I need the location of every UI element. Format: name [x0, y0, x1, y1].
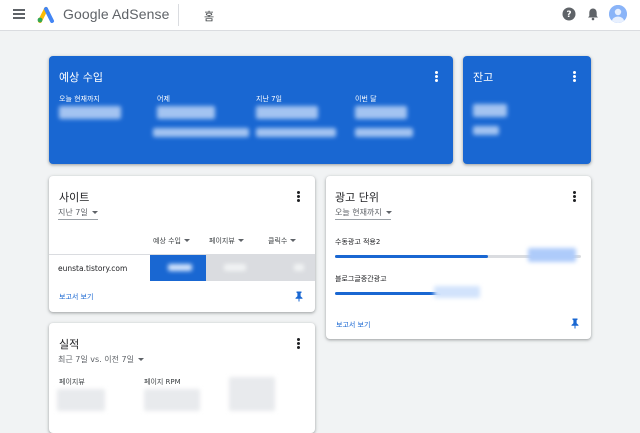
ad-units-card-title: 광고 단위: [335, 191, 379, 204]
earnings-label-today: 오늘 현재까지: [59, 95, 100, 103]
notifications-bell-icon[interactable]: [586, 7, 600, 21]
sites-col-clicks-label: 클릭수: [268, 237, 288, 245]
ad-units-card: 광고 단위 오늘 현재까지 수동광고 적용2 블로그글중간광고 보고서 보기: [326, 176, 591, 339]
ad-unit-bar-1: [335, 255, 488, 258]
top-app-bar: Google AdSense 홈 ?: [0, 0, 640, 31]
earnings-value-month-redacted: [355, 106, 407, 119]
sites-col-pageviews[interactable]: 페이지뷰: [209, 236, 244, 246]
chevron-down-icon: [91, 211, 98, 214]
sites-card: 사이트 지난 7일 예상 수입 페이지뷰 클릭수 eunsta.tistory.…: [49, 176, 315, 312]
earnings-compare-last7-redacted: [256, 128, 336, 137]
sites-card-title: 사이트: [59, 191, 90, 204]
sites-range-label: 지난 7일: [58, 208, 88, 217]
help-icon[interactable]: ?: [562, 7, 576, 21]
pin-icon[interactable]: [570, 318, 580, 329]
earnings-value-yesterday-redacted: [157, 106, 215, 119]
ad-unit-value-1-redacted: [528, 248, 576, 262]
performance-metric-rpm[interactable]: 페이지 RPM: [144, 377, 181, 387]
balance-card-title: 잔고: [473, 71, 494, 84]
ad-units-range-underline: [335, 219, 391, 220]
earnings-compare-yesterday-redacted: [153, 128, 249, 137]
earnings-card-title: 예상 수입: [59, 71, 103, 84]
table-row[interactable]: eunsta.tistory.com: [49, 255, 315, 281]
chevron-down-icon: [137, 358, 144, 361]
sites-col-clicks[interactable]: 클릭수: [268, 236, 297, 246]
header-divider: [178, 4, 179, 26]
ad-units-more-icon[interactable]: [573, 191, 577, 203]
balance-sub-redacted: [473, 126, 499, 135]
ad-unit-bar-2: [335, 292, 441, 295]
ad-unit-value-2-redacted: [434, 286, 480, 298]
pin-icon[interactable]: [294, 291, 304, 302]
earnings-value-last7-redacted: [256, 106, 318, 119]
sites-report-link[interactable]: 보고서 보기: [59, 292, 93, 302]
performance-more-icon[interactable]: [297, 338, 301, 350]
account-avatar[interactable]: [609, 5, 627, 23]
earnings-label-yesterday: 어제: [157, 95, 170, 103]
app-brand[interactable]: Google AdSense: [63, 6, 169, 22]
estimated-earnings-card: 예상 수입 오늘 현재까지 어제 지난 7일 이번 달: [49, 56, 453, 164]
balance-card: 잔고: [463, 56, 591, 164]
svg-text:?: ?: [566, 10, 571, 20]
menu-icon[interactable]: [13, 9, 25, 19]
earnings-more-icon[interactable]: [435, 71, 439, 83]
earnings-label-month: 이번 달: [355, 95, 377, 103]
balance-value-redacted: [473, 104, 507, 117]
earnings-value-today-redacted: [59, 106, 121, 119]
performance-value-2-redacted: [144, 389, 200, 411]
performance-value-1-redacted: [57, 389, 105, 411]
sites-range-underline: [58, 219, 98, 220]
performance-card: 실적 최근 7일 vs. 이전 7일 페이지뷰 페이지 RPM: [49, 323, 315, 433]
adsense-logo-icon: [37, 7, 54, 23]
sites-more-icon[interactable]: [297, 191, 301, 203]
ad-unit-name-2[interactable]: 블로그글중간광고: [335, 274, 387, 284]
earnings-compare-month-redacted: [355, 128, 413, 137]
site-earnings-redacted: [168, 264, 192, 271]
performance-metric-pageviews[interactable]: 페이지뷰: [59, 377, 85, 387]
earnings-label-last7: 지난 7일: [256, 95, 282, 103]
site-earnings-cell: [150, 255, 206, 281]
ad-unit-name-1[interactable]: 수동광고 적용2: [335, 237, 380, 247]
performance-card-title: 실적: [59, 338, 80, 351]
sort-icon: [184, 239, 190, 242]
site-pageviews-redacted: [224, 264, 246, 271]
sites-col-pageviews-label: 페이지뷰: [209, 237, 235, 245]
performance-value-3-redacted: [229, 377, 275, 411]
performance-range-label: 최근 7일 vs. 이전 7일: [58, 355, 134, 364]
chevron-down-icon: [385, 211, 392, 214]
breadcrumb-home[interactable]: 홈: [204, 8, 214, 24]
balance-more-icon[interactable]: [573, 71, 577, 83]
performance-range-dropdown[interactable]: 최근 7일 vs. 이전 7일: [58, 354, 144, 365]
site-name: eunsta.tistory.com: [58, 264, 128, 273]
ad-units-range-label: 오늘 현재까지: [335, 208, 382, 217]
ad-units-range-dropdown[interactable]: 오늘 현재까지: [335, 207, 392, 218]
site-metrics-cell: [206, 255, 315, 281]
site-clicks-redacted: [294, 264, 304, 271]
sites-col-earnings[interactable]: 예상 수입: [153, 236, 190, 246]
sort-icon: [290, 239, 297, 242]
sites-range-dropdown[interactable]: 지난 7일: [58, 207, 98, 218]
ad-units-report-link[interactable]: 보고서 보기: [336, 320, 370, 330]
sort-icon: [237, 239, 244, 242]
sites-col-earnings-label: 예상 수입: [153, 237, 181, 245]
